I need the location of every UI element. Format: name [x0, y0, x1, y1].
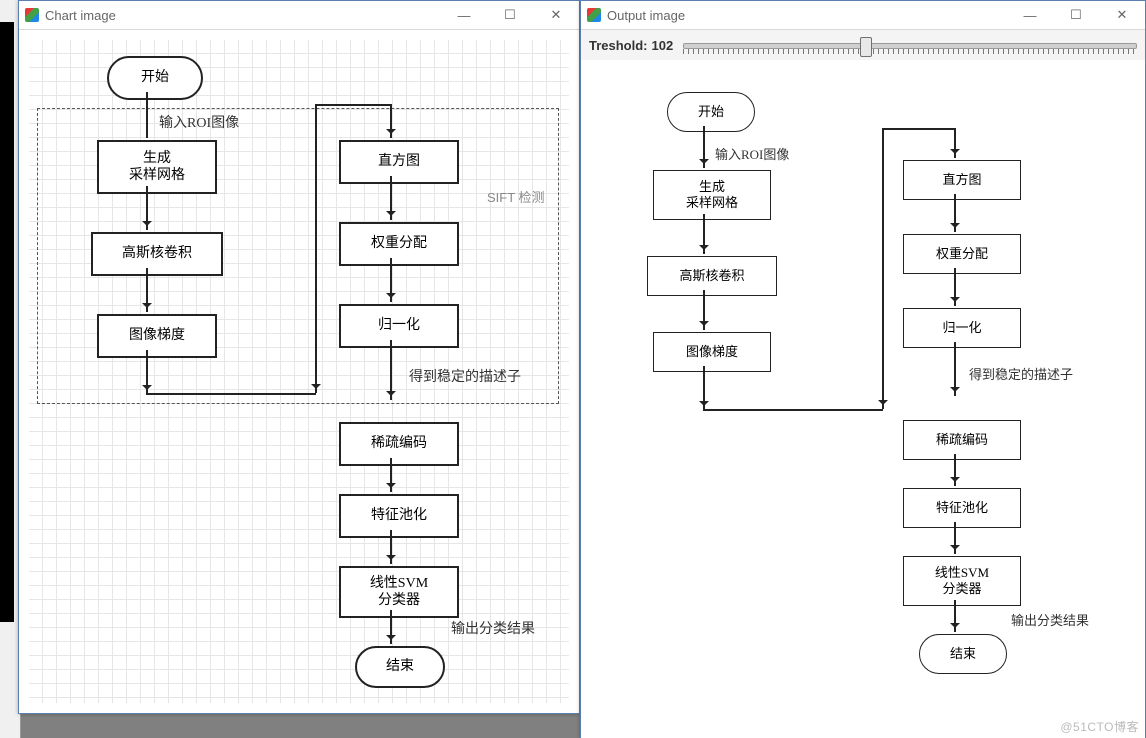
node-weight: 权重分配	[339, 222, 459, 266]
arrow	[390, 610, 392, 644]
watermark: @51CTO博客	[1060, 718, 1139, 735]
output-canvas: .out-body .box{border-width:1.5px;font-s…	[581, 60, 1145, 738]
arrow	[954, 522, 956, 554]
arrow	[954, 600, 956, 632]
window-title: Chart image	[45, 8, 441, 23]
node-hist: 直方图	[339, 140, 459, 184]
node-norm: 归一化	[339, 304, 459, 348]
edge-output: 输出分类结果	[1011, 610, 1089, 629]
arrow	[954, 454, 956, 486]
background-black-strip	[0, 22, 14, 622]
threshold-toolbar: Treshold: 102	[581, 30, 1145, 61]
arrow-seg: .arrow-noh::after{display:none}	[146, 350, 148, 394]
arrow-seg-v	[315, 104, 317, 393]
arrow	[954, 342, 956, 396]
arrow	[390, 530, 392, 564]
titlebar-output[interactable]: Output image — ☐ ✕	[581, 1, 1145, 30]
opencv-icon	[587, 8, 601, 22]
arrow-seg	[882, 128, 954, 130]
arrow	[390, 104, 392, 138]
edge-input-roi: 输入ROI图像	[159, 112, 239, 132]
close-button[interactable]: ✕	[1099, 1, 1145, 29]
slider-thumb[interactable]	[860, 37, 872, 57]
opencv-icon	[25, 8, 39, 22]
edge-descriptor: 得到稳定的描述子	[969, 364, 1073, 383]
slider-ticks	[683, 49, 1137, 54]
node-gen-grid: 生成 采样网格	[653, 170, 771, 220]
node-grad: 图像梯度	[653, 332, 771, 372]
node-norm: 归一化	[903, 308, 1021, 348]
node-end: 结束	[355, 646, 445, 688]
arrow	[703, 290, 705, 330]
chart-image-window: Chart image — ☐ ✕ SIFT 检测 开始 输入ROI图像 生成 …	[18, 0, 580, 714]
node-gauss: 高斯核卷积	[647, 256, 777, 296]
arrow	[703, 214, 705, 254]
close-button[interactable]: ✕	[533, 1, 579, 29]
node-start: 开始	[107, 56, 203, 100]
arrow	[146, 92, 148, 138]
node-sparse: 稀疏编码	[903, 420, 1021, 460]
node-hist: 直方图	[903, 160, 1021, 200]
arrow	[954, 194, 956, 232]
arrow	[390, 340, 392, 400]
arrow-seg-h	[146, 393, 316, 395]
edge-input-roi: 输入ROI图像	[715, 144, 789, 163]
arrow-seg	[703, 409, 883, 411]
arrow-seg	[882, 128, 884, 409]
node-pool: 特征池化	[339, 494, 459, 538]
arrow-seg	[703, 366, 705, 410]
edge-output: 输出分类结果	[451, 618, 535, 638]
node-start: 开始	[667, 92, 755, 132]
node-gen-grid: 生成 采样网格	[97, 140, 217, 194]
node-weight: 权重分配	[903, 234, 1021, 274]
edge-descriptor: 得到稳定的描述子	[409, 366, 521, 386]
node-gauss: 高斯核卷积	[91, 232, 223, 276]
arrow	[146, 268, 148, 312]
arrow	[954, 128, 956, 158]
arrow	[390, 258, 392, 302]
titlebar-chart[interactable]: Chart image — ☐ ✕	[19, 1, 579, 30]
arrow	[146, 186, 148, 230]
window-title: Output image	[607, 8, 1007, 23]
minimize-button[interactable]: —	[441, 1, 487, 29]
node-grad: 图像梯度	[97, 314, 217, 358]
arrow-seg-h2	[315, 104, 390, 106]
arrow	[703, 126, 705, 168]
maximize-button[interactable]: ☐	[487, 1, 533, 29]
chart-canvas: SIFT 检测 开始 输入ROI图像 生成 采样网格 高斯核卷积 图像梯度 .a…	[19, 30, 579, 713]
threshold-value: 102	[652, 38, 674, 53]
minimize-button[interactable]: —	[1007, 1, 1053, 29]
maximize-button[interactable]: ☐	[1053, 1, 1099, 29]
arrow	[390, 458, 392, 492]
sift-group-label: SIFT 检测	[487, 190, 545, 207]
arrow	[954, 268, 956, 306]
node-svm: 线性SVM 分类器	[339, 566, 459, 618]
threshold-label: Treshold:	[589, 38, 648, 53]
node-sparse: 稀疏编码	[339, 422, 459, 466]
output-image-window: Output image — ☐ ✕ Treshold: 102 .	[580, 0, 1146, 738]
output-client: Treshold: 102 .out-body .box{border-widt…	[581, 30, 1145, 738]
node-pool: 特征池化	[903, 488, 1021, 528]
node-svm: 线性SVM 分类器	[903, 556, 1021, 606]
arrow	[390, 176, 392, 220]
threshold-slider[interactable]	[683, 35, 1137, 55]
node-end: 结束	[919, 634, 1007, 674]
